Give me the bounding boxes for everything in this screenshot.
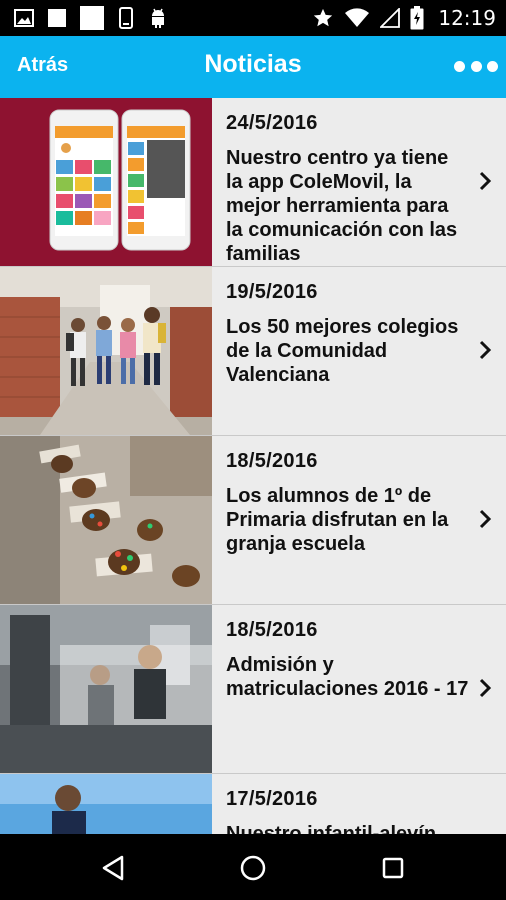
news-title: Los alumnos de 1º de Primaria disfrutan … (226, 485, 449, 555)
news-screen: 12:19 Atrás Noticias 24/5/2016 Nuestro c… (0, 0, 506, 900)
news-thumbnail-pinecones (0, 436, 212, 604)
news-date: 17/5/2016 (226, 788, 318, 810)
more-dots-icon[interactable] (454, 56, 498, 76)
android-icon (148, 7, 168, 29)
news-item-text: 19/5/2016 Los 50 mejores colegios de la … (226, 281, 470, 387)
news-item[interactable]: 17/5/2016 Nuestro infantil-alevín (0, 774, 506, 834)
more-dot (470, 60, 482, 72)
status-bar-notifications (14, 6, 168, 30)
more-dot (487, 60, 498, 72)
app-bar: Atrás Noticias (0, 36, 506, 98)
news-thumbnail-child-sports (0, 774, 212, 834)
news-thumbnail-children-hallway (0, 267, 212, 435)
status-bar-time: 12:19 (438, 6, 496, 30)
status-bar: 12:19 (0, 0, 506, 36)
page-title: Noticias (204, 50, 302, 78)
back-button[interactable]: Atrás (17, 54, 68, 77)
news-date: 18/5/2016 (226, 450, 318, 472)
news-item[interactable]: 24/5/2016 Nuestro centro ya tiene la app… (0, 98, 506, 267)
battery-charging-icon (410, 6, 424, 30)
news-thumbnail-app-phones (0, 98, 212, 266)
news-title: Los 50 mejores colegios de la Comunidad … (226, 316, 459, 386)
news-item[interactable]: 19/5/2016 Los 50 mejores colegios de la … (0, 267, 506, 436)
news-title: Admisión y matriculaciones 2016 - 17 (226, 654, 469, 700)
news-item[interactable]: 18/5/2016 Los alumnos de 1º de Primaria … (0, 436, 506, 605)
news-date: 18/5/2016 (226, 619, 318, 641)
status-bar-system: 12:19 (312, 6, 496, 30)
news-thumbnail-admission (0, 605, 212, 773)
chevron-right-icon (479, 171, 492, 191)
chevron-right-icon (479, 678, 492, 698)
chevron-right-icon (479, 509, 492, 529)
star-icon (312, 7, 334, 29)
news-date: 24/5/2016 (226, 112, 318, 134)
notification-square-large-icon (80, 6, 104, 30)
image-icon (14, 9, 34, 27)
news-item-text: 17/5/2016 Nuestro infantil-alevín (226, 788, 470, 834)
notification-square-icon (48, 9, 66, 27)
news-item-text: 18/5/2016 Los alumnos de 1º de Primaria … (226, 450, 470, 556)
signal-icon (380, 8, 401, 28)
news-item-text: 24/5/2016 Nuestro centro ya tiene la app… (226, 112, 470, 266)
more-dot (454, 60, 465, 72)
wifi-icon (344, 8, 370, 28)
news-list: 24/5/2016 Nuestro centro ya tiene la app… (0, 98, 506, 834)
system-nav-bar (0, 834, 506, 900)
phone-vibrate-icon (118, 7, 134, 29)
news-title: Nuestro infantil-alevín (226, 823, 437, 834)
back-triangle-icon[interactable] (93, 848, 133, 888)
recents-square-icon[interactable] (373, 848, 413, 888)
news-title: Nuestro centro ya tiene la app ColeMovil… (226, 147, 458, 265)
news-date: 19/5/2016 (226, 281, 318, 303)
chevron-right-icon (479, 340, 492, 360)
news-item[interactable]: 18/5/2016 Admisión y matriculaciones 201… (0, 605, 506, 774)
home-circle-icon[interactable] (233, 848, 273, 888)
news-item-text: 18/5/2016 Admisión y matriculaciones 201… (226, 619, 470, 701)
